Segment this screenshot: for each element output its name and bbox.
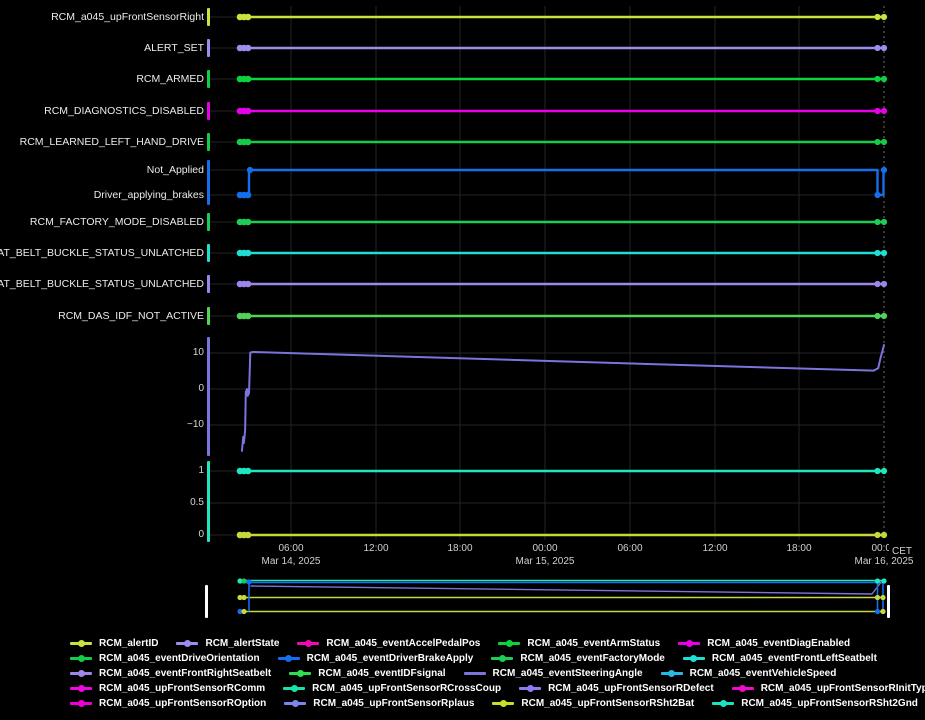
legend-item-label: RCM_a045_upFrontSensorRSht2Bat <box>521 698 694 709</box>
legend-item[interactable]: RCM_a045_eventDriveOrientation <box>70 653 260 664</box>
legend-item-label: RCM_a045_eventFrontLeftSeatbelt <box>712 653 877 664</box>
legend-item-label: RCM_a045_upFrontSensorRComm <box>99 683 265 694</box>
legend-marker-icon <box>297 638 319 649</box>
legend-marker-icon <box>70 668 92 679</box>
legend-marker-icon <box>284 698 306 709</box>
range-slider-left-handle[interactable] <box>205 585 208 618</box>
legend-item-label: RCM_a045_upFrontSensorRDefect <box>548 683 714 694</box>
legend-row: RCM_alertID RCM_alertState RCM_a045_eventA… <box>70 637 925 650</box>
x-date-label: Mar 14, 2025 <box>262 556 321 568</box>
legend-marker-icon <box>683 653 705 664</box>
x-tick-label: 12:00 <box>702 543 727 555</box>
legend-item[interactable]: RCM_a045_upFrontSensorRSht2Gnd <box>712 698 918 709</box>
legend-item[interactable]: RCM_a045_upFrontSensorRplaus <box>284 698 474 709</box>
legend-item[interactable]: RCM_a045_eventAccelPedalPos <box>297 638 480 649</box>
legend-marker-icon <box>70 683 92 694</box>
legend-item[interactable]: RCM_a045_upFrontSensorRSht2Bat <box>492 698 694 709</box>
legend-item-label: RCM_a045_eventVehicleSpeed <box>690 668 837 679</box>
legend-item-label: RCM_a045_upFrontSensorRSht2Gnd <box>741 698 918 709</box>
legend-item[interactable]: RCM_a045_upFrontSensorRInitTyp <box>732 683 925 694</box>
legend-item-label: RCM_a045_eventDriveOrientation <box>99 653 260 664</box>
legend-marker-icon <box>464 668 486 679</box>
legend-marker-icon <box>661 668 683 679</box>
legend-item[interactable]: RCM_a045_eventDiagEnabled <box>678 638 850 649</box>
legend-item-label: RCM_a045_eventDriverBrakeApply <box>307 653 474 664</box>
legend-marker-icon <box>289 668 311 679</box>
legend-marker-icon <box>491 653 513 664</box>
legend-item[interactable]: RCM_a045_eventFactoryMode <box>491 653 665 664</box>
legend-row: RCM_a045_upFrontSensorROption RCM_a045_up… <box>70 697 925 710</box>
legend-marker-icon <box>283 683 305 694</box>
legend-marker-icon <box>492 698 514 709</box>
legend-item[interactable]: RCM_a045_eventIDFsignal <box>289 668 445 679</box>
legend-item[interactable]: RCM_alertID <box>70 638 158 649</box>
range-slider-right-handle[interactable] <box>887 585 890 618</box>
x-tick-clip: 00:00 <box>850 543 889 555</box>
x-tick-label: 18:00 <box>447 543 472 555</box>
legend-marker-icon <box>278 653 300 664</box>
legend-marker-icon <box>176 638 198 649</box>
legend-item[interactable]: RCM_a045_eventSteeringAngle <box>464 668 643 679</box>
legend-item-label: RCM_a045_eventFrontRightSeatbelt <box>99 668 271 679</box>
legend-item-label: RCM_a045_eventIDFsignal <box>318 668 445 679</box>
legend-item[interactable]: RCM_a045_upFrontSensorROption <box>70 698 266 709</box>
x-tick-label: 00:00 <box>871 543 889 555</box>
legend-marker-icon <box>732 683 754 694</box>
legend-item-label: RCM_a045_eventFactoryMode <box>520 653 665 664</box>
legend-item[interactable]: RCM_a045_eventFrontLeftSeatbelt <box>683 653 877 664</box>
legend-item-label: RCM_a045_eventDiagEnabled <box>707 638 850 649</box>
x-date-label: Mar 15, 2025 <box>516 556 575 568</box>
legend-marker-icon <box>70 698 92 709</box>
legend-item-label: RCM_a045_upFrontSensorRInitTyp <box>761 683 925 694</box>
legend-marker-icon <box>70 653 92 664</box>
legend-marker-icon <box>519 683 541 694</box>
legend-row: RCM_a045_upFrontSensorRComm RCM_a045_upFr… <box>70 682 925 695</box>
x-date-label: Mar 16, 2025 <box>855 556 914 568</box>
legend-item[interactable]: RCM_a045_eventFrontRightSeatbelt <box>70 668 271 679</box>
x-tick-label: 06:00 <box>278 543 303 555</box>
legend-row: RCM_a045_eventFrontRightSeatbelt RCM_a045… <box>70 667 925 680</box>
x-tick-label: 12:00 <box>363 543 388 555</box>
legend-item-label: RCM_a045_eventAccelPedalPos <box>326 638 480 649</box>
legend-marker-icon <box>712 698 734 709</box>
legend-item[interactable]: RCM_alertState <box>176 638 279 649</box>
legend-item[interactable]: RCM_a045_upFrontSensorRCrossCoup <box>283 683 501 694</box>
legend-item[interactable]: RCM_a045_eventDriverBrakeApply <box>278 653 474 664</box>
legend-item-label: RCM_alertID <box>99 638 158 649</box>
plot-area[interactable] <box>0 0 925 632</box>
legend-marker-icon <box>678 638 700 649</box>
legend-item[interactable]: RCM_a045_upFrontSensorRComm <box>70 683 265 694</box>
x-tick-label: 18:00 <box>786 543 811 555</box>
legend-item-label: RCM_a045_eventSteeringAngle <box>493 668 643 679</box>
legend-row: RCM_a045_eventDriveOrientation RCM_a045_e… <box>70 652 925 665</box>
signal-timeline-chart: RCM_a045_upFrontSensorRight ALERT_SET RC… <box>0 0 925 720</box>
legend-item-label: RCM_a045_eventArmStatus <box>527 638 660 649</box>
legend-item-label: RCM_alertState <box>205 638 279 649</box>
legend-item[interactable]: RCM_a045_upFrontSensorRDefect <box>519 683 714 694</box>
legend-item-label: RCM_a045_upFrontSensorRplaus <box>313 698 474 709</box>
x-tick-label: 06:00 <box>617 543 642 555</box>
legend-marker-icon <box>498 638 520 649</box>
legend-item-label: RCM_a045_upFrontSensorROption <box>99 698 266 709</box>
legend-marker-icon <box>70 638 92 649</box>
legend-item[interactable]: RCM_a045_eventVehicleSpeed <box>661 668 837 679</box>
timezone-label: CET <box>892 546 912 557</box>
legend-item-label: RCM_a045_upFrontSensorRCrossCoup <box>312 683 501 694</box>
x-tick-label: 00:00 <box>532 543 557 555</box>
chart-legend: RCM_alertID RCM_alertState RCM_a045_eventA… <box>70 637 925 710</box>
legend-item[interactable]: RCM_a045_eventArmStatus <box>498 638 660 649</box>
